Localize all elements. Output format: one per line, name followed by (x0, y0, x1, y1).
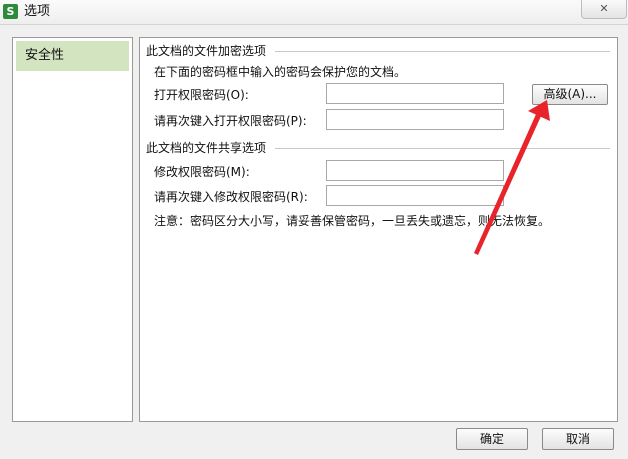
sidebar: 安全性 (12, 37, 133, 422)
confirm-modify-password-field[interactable] (326, 185, 504, 206)
wps-spreadsheet-icon: S (3, 4, 18, 19)
main-panel: 此文档的文件加密选项 在下面的密码框中输入的密码会保护您的文档。 打开权限密码(… (139, 37, 618, 422)
close-button[interactable]: ✕ (581, 0, 627, 19)
confirm-modify-password-label: 请再次键入修改权限密码(R): (154, 190, 308, 204)
confirm-open-password-label: 请再次键入打开权限密码(P): (154, 114, 307, 128)
confirm-open-password-field[interactable] (326, 109, 504, 130)
password-note: 注意：密码区分大小写，请妥善保管密码，一旦丢失或遗忘，则无法恢复。 (154, 214, 551, 228)
encryption-description: 在下面的密码框中输入的密码会保护您的文档。 (154, 65, 407, 79)
encryption-section-title: 此文档的文件加密选项 (146, 44, 271, 58)
title-bar: S 选项 ✕ (0, 0, 628, 25)
open-password-field[interactable] (326, 83, 504, 104)
section-divider (275, 51, 610, 52)
window-title: 选项 (24, 4, 51, 19)
advanced-button[interactable]: 高级(A)... (532, 84, 608, 105)
sharing-section-title: 此文档的文件共享选项 (146, 141, 271, 155)
section-divider (275, 148, 610, 149)
modify-password-field[interactable] (326, 160, 504, 181)
close-icon: ✕ (599, 2, 609, 15)
modify-password-label: 修改权限密码(M): (154, 165, 250, 179)
sidebar-item-security[interactable]: 安全性 (16, 41, 129, 71)
cancel-button[interactable]: 取消 (542, 428, 614, 450)
open-password-label: 打开权限密码(O): (154, 88, 249, 102)
ok-button[interactable]: 确定 (456, 428, 528, 450)
